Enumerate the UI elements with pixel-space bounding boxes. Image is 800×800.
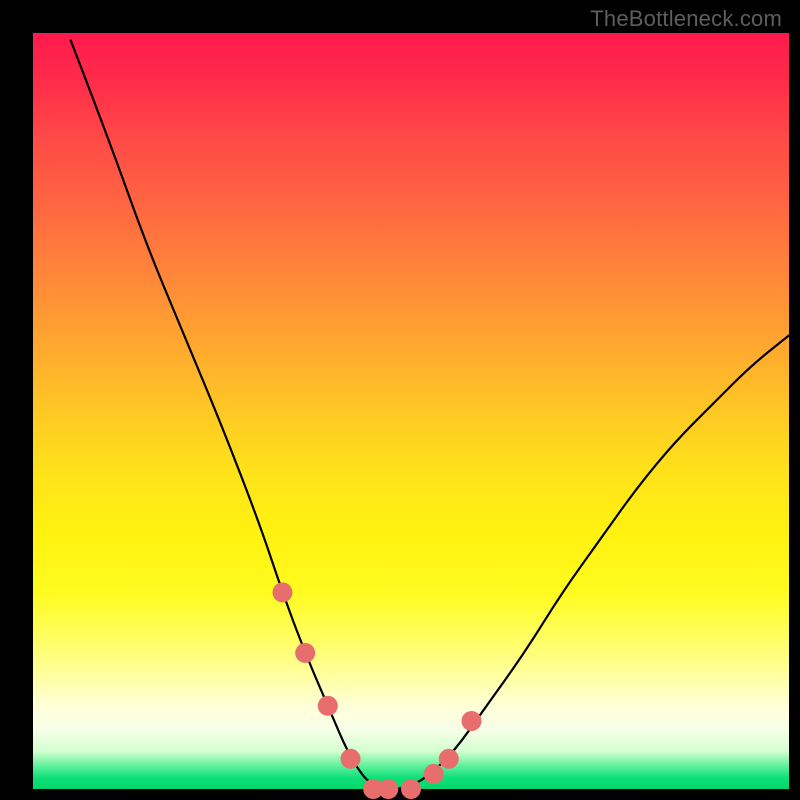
bottleneck-curve [71,41,789,789]
highlighted-point [462,711,482,731]
highlighted-point [424,764,444,784]
chart-container: TheBottleneck.com [0,0,800,800]
highlighted-point [401,779,421,799]
highlighted-point [378,779,398,799]
highlighted-point [341,749,361,769]
highlighted-point [318,696,338,716]
watermark-text: TheBottleneck.com [590,6,782,32]
plot-area [33,33,789,789]
highlighted-point [439,749,459,769]
bottleneck-curve-svg [33,33,789,789]
highlighted-point [273,582,293,602]
highlighted-point [295,643,315,663]
highlighted-points-group [273,582,482,799]
